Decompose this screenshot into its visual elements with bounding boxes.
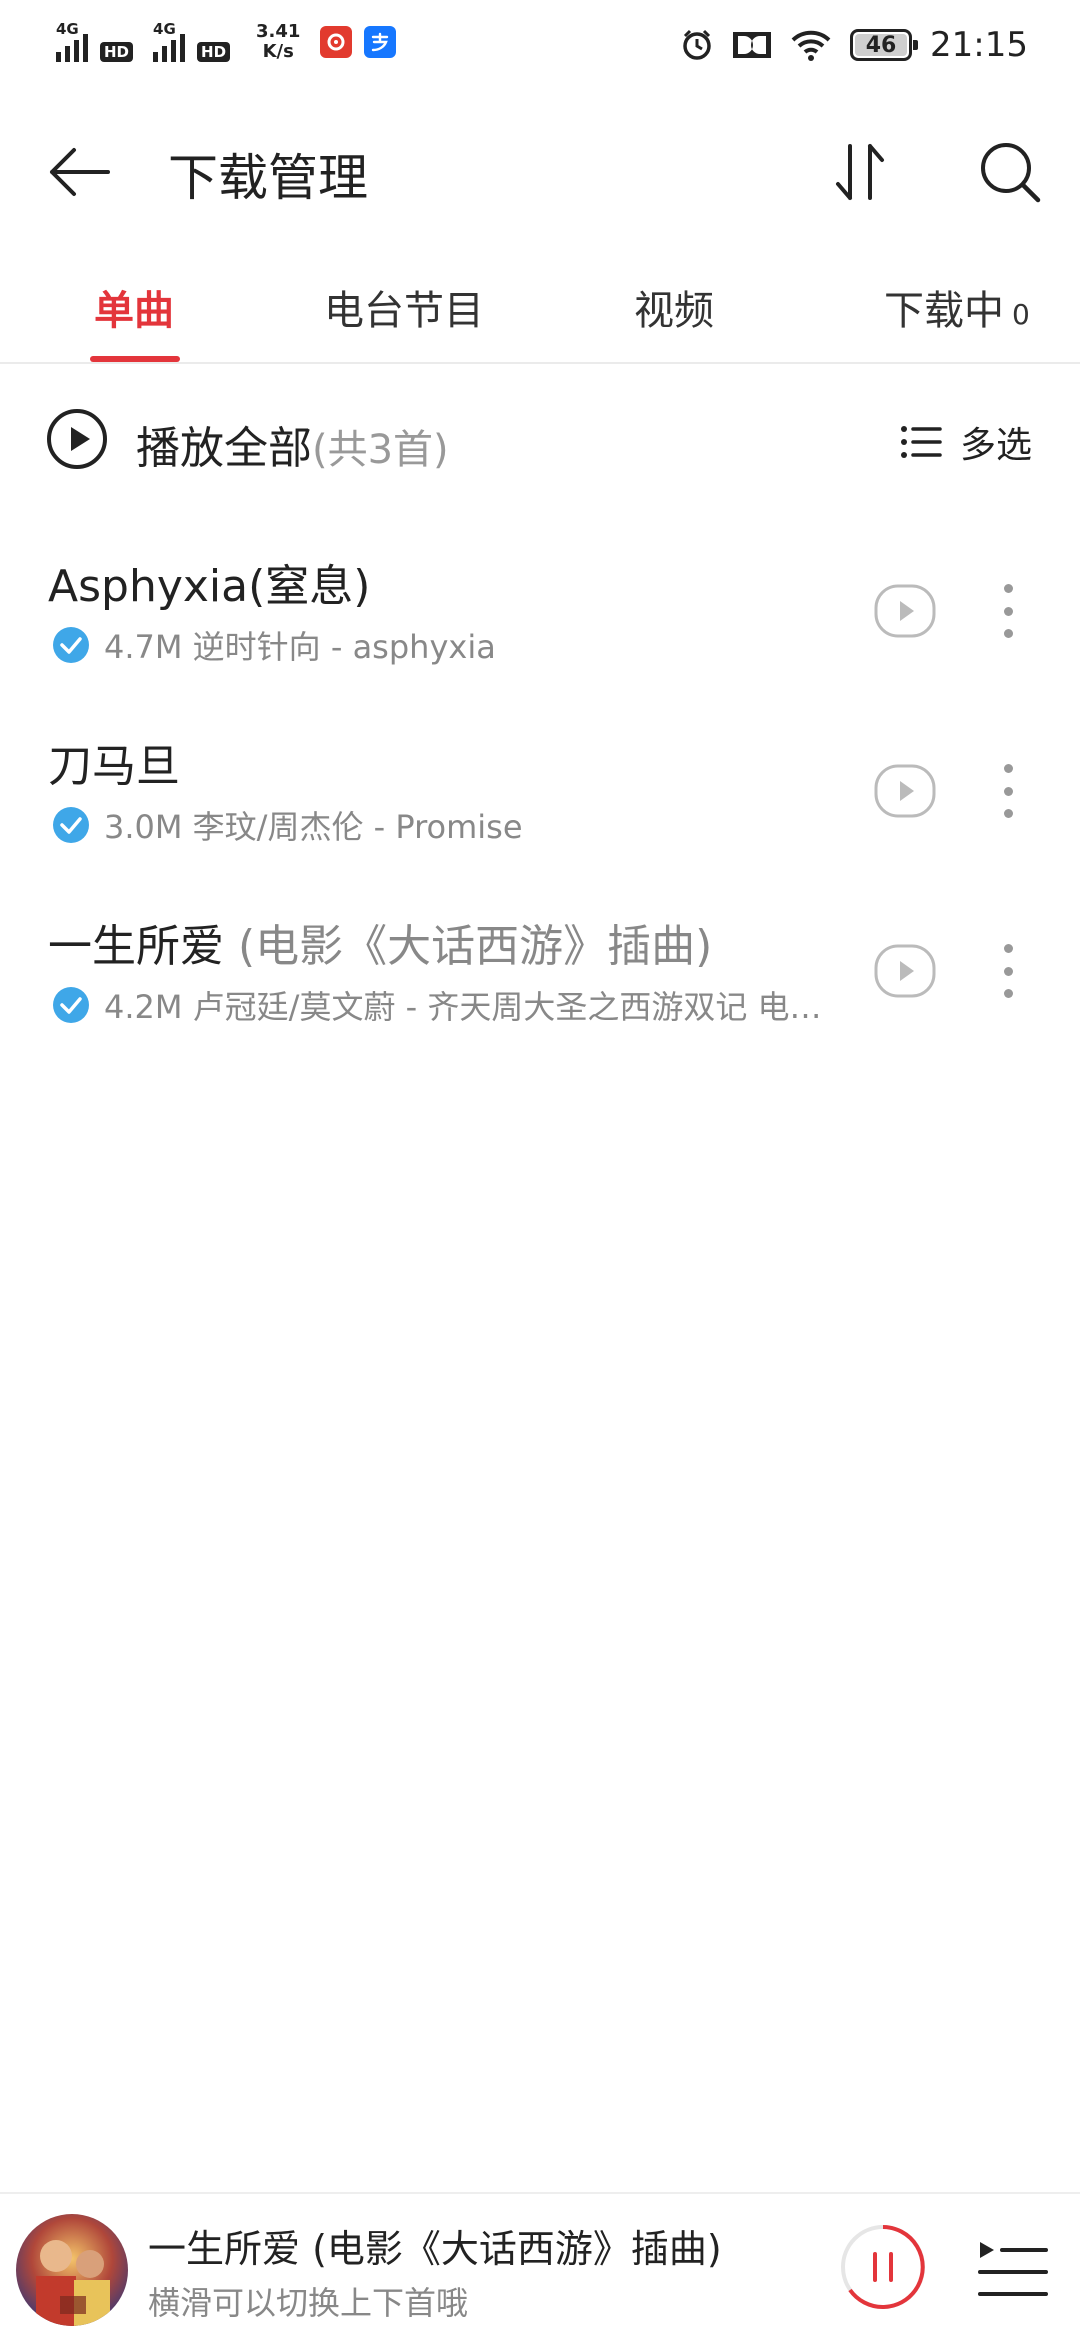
- song-title: 一生所爱 (电影《大话西游》插曲): [48, 921, 713, 972]
- search-icon: [981, 143, 1041, 203]
- mini-player[interactable]: 一生所爱 (电影《大话西游》插曲) 横滑可以切换上下首哦: [0, 2192, 1080, 2340]
- more-options-button[interactable]: [990, 938, 1026, 1004]
- multi-select-label: 多选: [959, 425, 1032, 466]
- battery-icon: 46: [850, 29, 919, 61]
- play-all-button[interactable]: 播放全部(共3首): [136, 412, 449, 476]
- play-video-icon[interactable]: [874, 580, 936, 642]
- tab-singles[interactable]: 单曲: [94, 278, 174, 336]
- album-cover[interactable]: [16, 2214, 128, 2326]
- play-video-icon[interactable]: [874, 940, 936, 1002]
- speed-unit: K/s: [262, 41, 294, 62]
- now-playing-title: 一生所爱 (电影《大话西游》插曲): [148, 2227, 722, 2271]
- song-meta-text: 3.0M 李玟/周杰伦 - Promise: [104, 808, 523, 846]
- downloaded-check-icon: [53, 627, 89, 663]
- sort-icon: [836, 144, 884, 200]
- playlist-icon[interactable]: [976, 2236, 1050, 2302]
- pause-icon[interactable]: [838, 2222, 928, 2312]
- network-speed: 3.41 K/s: [256, 22, 300, 62]
- hd-badge-2: HD: [197, 42, 231, 62]
- downloaded-check-icon: [53, 807, 89, 843]
- song-title: Asphyxia(窒息): [48, 561, 371, 612]
- arrow-left-icon: [50, 148, 110, 196]
- app-header: 下载管理: [0, 110, 1080, 230]
- search-button[interactable]: [970, 132, 1050, 212]
- song-meta: 4.2M 卢冠廷/莫文蔚 - 齐天周大圣之西游双记 电影原声: [52, 982, 832, 1028]
- tab-downloading-label: 下载中: [884, 288, 1004, 334]
- play-video-icon[interactable]: [874, 760, 936, 822]
- tab-videos[interactable]: 视频: [634, 278, 714, 336]
- page-title: 下载管理: [168, 149, 368, 207]
- song-title: 刀马旦: [48, 741, 180, 792]
- status-right: 46 21:15: [680, 22, 1028, 68]
- tab-bar: 单曲 电台节目 视频 下载中 0: [0, 260, 1080, 364]
- play-circle-icon: [47, 409, 107, 469]
- tab-downloading[interactable]: 下载中 0: [884, 278, 1030, 336]
- alipay-icon: [364, 26, 397, 58]
- song-row[interactable]: Asphyxia(窒息) 4.7M 逆时针向 - asphyxia: [0, 520, 1080, 700]
- alarm-icon: [683, 29, 711, 60]
- dolby-icon: [733, 32, 772, 58]
- status-left: 4G HD 4G HD 3.41 K/s: [56, 20, 400, 62]
- speed-value: 3.41: [256, 21, 301, 42]
- downloaded-check-icon: [53, 987, 89, 1023]
- song-meta: 3.0M 李玟/周杰伦 - Promise: [52, 802, 832, 848]
- list-icon: [900, 426, 942, 458]
- multi-select-button[interactable]: 多选: [900, 416, 1032, 468]
- hd-badge-1: HD: [100, 42, 134, 62]
- play-all-row[interactable]: 播放全部(共3首) 多选: [0, 390, 1080, 490]
- netease-music-icon: [320, 26, 353, 58]
- tab-radio-programs[interactable]: 电台节目: [324, 278, 484, 336]
- battery-level: 46: [865, 32, 897, 58]
- signal-icon-1: 4G: [56, 20, 88, 62]
- more-options-button[interactable]: [990, 578, 1026, 644]
- song-row[interactable]: 刀马旦 3.0M 李玟/周杰伦 - Promise: [0, 700, 1080, 880]
- downloading-count: 0: [1012, 298, 1030, 331]
- back-button[interactable]: [40, 132, 120, 212]
- play-all-count: (共3首): [312, 427, 449, 473]
- signal-icon-2: 4G: [153, 20, 186, 62]
- song-row[interactable]: 一生所爱 (电影《大话西游》插曲) 4.2M 卢冠廷/莫文蔚 - 齐天周大圣之西…: [0, 880, 1080, 1060]
- network-type-2: 4G: [153, 20, 176, 38]
- song-meta-text: 4.7M 逆时针向 - asphyxia: [104, 628, 496, 666]
- more-options-button[interactable]: [990, 758, 1026, 824]
- play-all-label: 播放全部: [136, 423, 312, 474]
- clock: 21:15: [930, 25, 1028, 65]
- sort-button[interactable]: [820, 132, 900, 212]
- song-meta-text: 4.2M 卢冠廷/莫文蔚 - 齐天周大圣之西游双记 电影原声: [104, 988, 832, 1026]
- network-type-1: 4G: [56, 20, 79, 38]
- song-list: Asphyxia(窒息) 4.7M 逆时针向 - asphyxia 刀马旦 3.…: [0, 520, 1080, 1060]
- status-bar: 4G HD 4G HD 3.41 K/s 46 21:15: [0, 0, 1080, 92]
- song-meta: 4.7M 逆时针向 - asphyxia: [52, 622, 832, 668]
- swipe-hint: 横滑可以切换上下首哦: [148, 2284, 469, 2322]
- wifi-icon: [791, 30, 831, 61]
- tab-indicator: [90, 356, 180, 362]
